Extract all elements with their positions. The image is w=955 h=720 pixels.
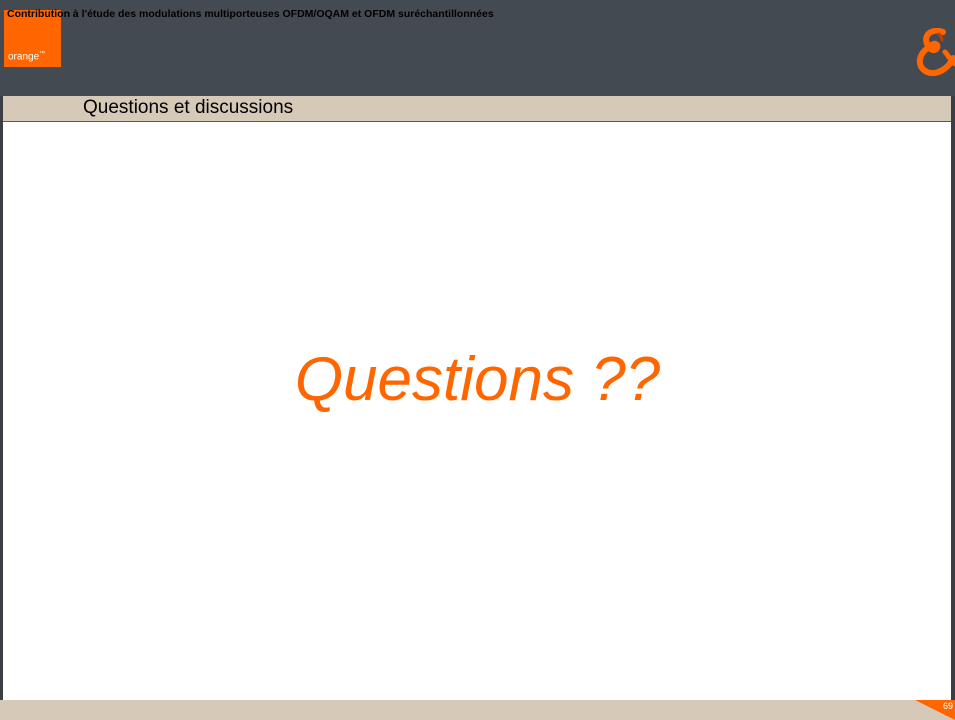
footer-band <box>0 700 955 720</box>
footer-caption: Contribution à l'étude des modulations m… <box>7 8 494 20</box>
page-number: 69 <box>943 701 954 711</box>
section-title: Questions et discussions <box>83 97 294 118</box>
orange-logo-text: orange™ <box>8 50 46 62</box>
slide: orange™ Questions et discussions Questio… <box>0 0 955 720</box>
ampersand-logo-icon <box>916 28 955 76</box>
questions-headline: Questions ?? <box>294 345 661 414</box>
section-title-band: Questions et discussions <box>0 96 955 122</box>
